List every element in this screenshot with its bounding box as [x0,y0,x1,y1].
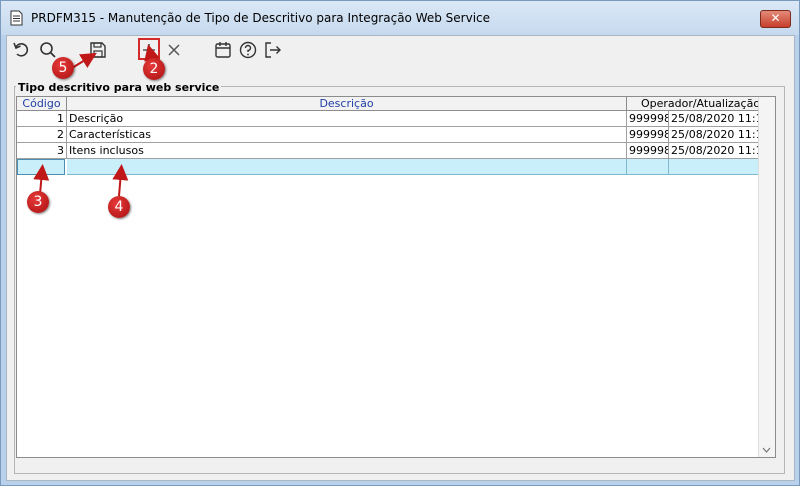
table-row[interactable]: 1 Descrição 999998 25/08/2020 11:13:00 [17,111,775,127]
cell-descricao[interactable]: Itens inclusos [67,143,627,159]
save-icon[interactable] [88,40,108,60]
cell-operador[interactable]: 999998 [627,111,669,127]
new-descricao-input[interactable] [67,159,627,175]
annotation-marker-4: 4 [108,196,130,218]
scroll-down-icon[interactable] [762,447,771,453]
cell-codigo[interactable]: 2 [17,127,67,143]
close-button[interactable]: ✕ [760,10,791,28]
header-codigo[interactable]: Código [17,97,67,111]
cell-descricao[interactable]: Descrição [67,111,627,127]
vertical-scrollbar[interactable] [758,97,775,457]
new-row[interactable] [17,159,775,175]
add-icon[interactable] [139,40,159,60]
cell-codigo[interactable]: 3 [17,143,67,159]
client-area: Tipo descritivo para web service Código … [6,35,795,481]
data-grid: Código Descrição Operador/Atualização 1 … [16,96,776,458]
calendar-icon[interactable] [213,40,233,60]
table-row[interactable]: 2 Características 999998 25/08/2020 11:1… [17,127,775,143]
header-operador[interactable]: Operador/Atualização [627,97,775,111]
annotation-marker-5: 5 [52,57,74,79]
group-title: Tipo descritivo para web service [16,81,222,94]
title-bar: PRDFM315 - Manutenção de Tipo de Descrit… [1,1,799,35]
window-title: PRDFM315 - Manutenção de Tipo de Descrit… [31,11,491,25]
toolbar [7,36,794,64]
help-icon[interactable] [238,40,258,60]
cell-operador[interactable]: 999998 [627,143,669,159]
undo-icon[interactable] [12,40,32,60]
document-icon [10,10,23,26]
cell-operador[interactable]: 999998 [627,127,669,143]
table-row[interactable]: 3 Itens inclusos 999998 25/08/2020 11:13… [17,143,775,159]
delete-icon[interactable] [164,40,184,60]
new-codigo-input[interactable] [17,159,65,175]
cell-descricao[interactable]: Características [67,127,627,143]
annotation-marker-3: 3 [27,191,49,213]
cell-codigo[interactable]: 1 [17,111,67,127]
annotation-marker-2: 2 [143,58,165,80]
exit-icon[interactable] [263,40,283,60]
new-operador-cell [627,159,669,175]
app-window: PRDFM315 - Manutenção de Tipo de Descrit… [0,0,800,486]
header-descricao[interactable]: Descrição [67,97,627,111]
search-icon[interactable] [38,40,58,60]
